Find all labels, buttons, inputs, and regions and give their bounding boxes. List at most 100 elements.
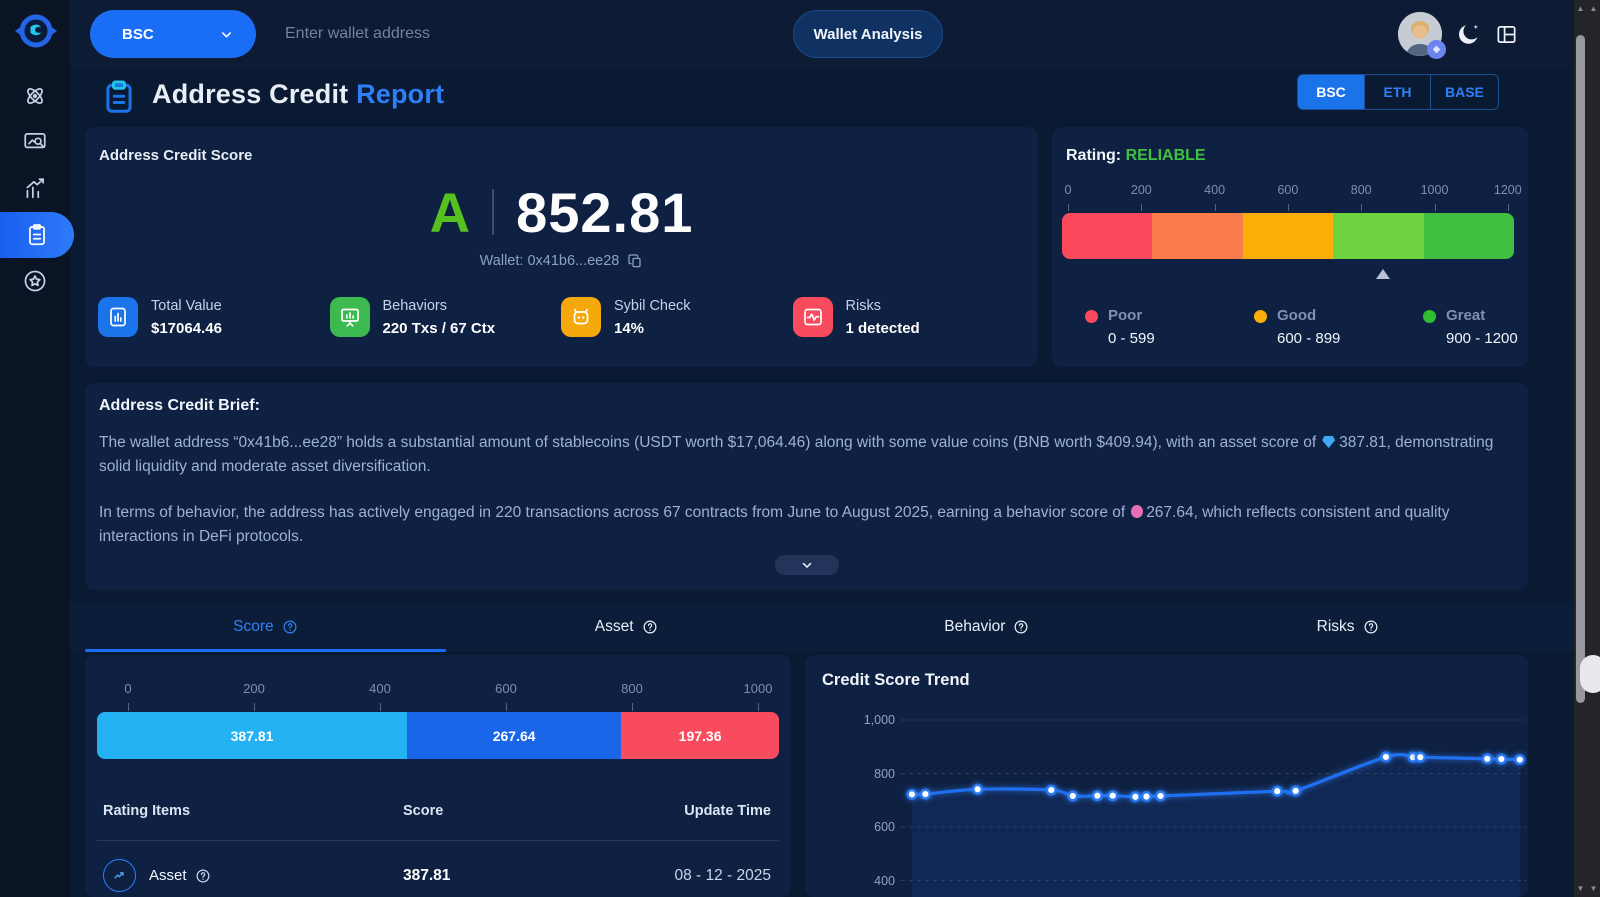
scroll-down-icon[interactable]: ▼ [1574, 884, 1587, 893]
apps-layout-button[interactable] [1492, 20, 1520, 48]
rating-label: Rating: [1066, 147, 1122, 164]
trend-data-point [1107, 790, 1119, 802]
score-bar-segment: 387.81 [97, 712, 408, 759]
table-row: Asset 387.81 08 - 12 - 2025 [85, 851, 791, 897]
credit-score-value: 852.81 [516, 180, 694, 244]
dark-mode-toggle[interactable] [1454, 20, 1482, 48]
main-content: Address Credit Report BSC ETH BASE Address… [70, 68, 1574, 897]
wallet-analysis-button[interactable]: Wallet Analysis [793, 10, 943, 58]
sidebar-item-screen-search[interactable] [0, 119, 70, 165]
network-dropdown[interactable]: BSC [90, 10, 256, 58]
trend-circle-icon [103, 859, 136, 892]
app-logo[interactable] [12, 9, 60, 57]
sidebar-item-report[interactable] [0, 212, 74, 258]
eth-badge-icon: ◆ [1427, 40, 1446, 59]
rating-segment [1152, 213, 1243, 259]
stat-value: 1 detected [845, 320, 920, 337]
brief-p1-text: The wallet address “0x41b6...ee28” holds… [99, 434, 1317, 451]
trend-data-point [1290, 785, 1302, 797]
report-icon [29, 224, 45, 246]
ruler-tick-label: 600 [495, 681, 517, 696]
legend-range: 0 - 599 [1108, 330, 1155, 347]
question-icon[interactable] [195, 868, 211, 884]
trend-data-point [1129, 791, 1141, 803]
page-title-main: Address Credit [152, 79, 349, 109]
tab-asset[interactable]: Asset [446, 602, 807, 652]
stat-text: Sybil Check 14% [614, 297, 691, 337]
atom-icon [27, 88, 43, 104]
trend-data-point [1091, 790, 1103, 802]
chevron-down-icon [802, 562, 811, 568]
page-scrollbar-thumb[interactable] [1580, 655, 1600, 693]
score-grade-row: A 852.81 [85, 179, 1038, 245]
score-ruler: 0 200 400 600 800 1000 [85, 681, 791, 713]
detail-tabs-strip: Score Asset Behavior Risks [70, 602, 1574, 652]
rating-tick-mark [1287, 204, 1289, 211]
sidebar-item-atom[interactable] [0, 73, 70, 119]
col-score: Score [403, 803, 444, 819]
robot-icon [573, 308, 589, 325]
scroll-down-icon[interactable]: ▼ [1587, 884, 1600, 893]
network-tab-base[interactable]: BASE [1430, 75, 1498, 109]
moon-icon [1458, 24, 1478, 44]
wallet-address-input[interactable] [285, 14, 765, 54]
grade-divider [492, 189, 495, 235]
address-credit-brief-panel: Address Credit Brief: The wallet address… [85, 383, 1528, 590]
score-bar-segment: 197.36 [621, 712, 779, 759]
rating-tick-mark [1141, 204, 1143, 211]
ruler-tick-label: 400 [369, 681, 391, 696]
credit-grade: A [429, 180, 471, 244]
tab-score[interactable]: Score [85, 602, 446, 652]
scroll-up-icon[interactable]: ▲ [1587, 4, 1600, 13]
scroll-up-icon[interactable]: ▲ [1574, 4, 1587, 13]
sidebar-item-chart-growth[interactable] [0, 165, 70, 211]
score-detail-panel: 0 200 400 600 800 1000 387.81 267.64 197.36 Rat… [85, 655, 791, 897]
user-avatar[interactable]: ◆ [1398, 12, 1446, 59]
inner-scrollbar-thumb[interactable] [1576, 35, 1585, 703]
screen-search-icon [24, 133, 46, 149]
brief-title: Address Credit Brief: [99, 397, 260, 414]
legend-great: Great 900 - 1200 [1423, 307, 1535, 347]
rating-segment [1423, 213, 1514, 259]
rating-legend: Poor 0 - 599 Good 600 - 899 Great 900 - 1200 [1085, 307, 1535, 347]
tab-risks[interactable]: Risks [1167, 602, 1528, 652]
inner-scrollbar-track[interactable]: ▲ ▼ [1574, 0, 1587, 897]
chart-board-icon [98, 297, 138, 337]
copy-icon[interactable] [627, 253, 643, 269]
trend-data-point [1514, 754, 1526, 766]
stat-sybil-check: Sybil Check 14% [561, 297, 793, 337]
row-item-label: Asset [149, 867, 187, 884]
sidebar-item-star-badge[interactable] [0, 258, 70, 304]
trend-data-point [1271, 785, 1283, 797]
score-stats-row: Total Value $17064.46 Behaviors 220 Txs / 6… [98, 297, 1024, 337]
stat-label: Risks [845, 298, 881, 314]
rating-tick-mark [1361, 204, 1363, 211]
legend-dot-icon [1423, 310, 1436, 323]
trend-area-fill [911, 754, 1520, 897]
ruler-tick-mark [128, 703, 129, 711]
trend-data-point [1481, 753, 1493, 765]
tab-label: Risks [1316, 618, 1355, 635]
legend-range: 900 - 1200 [1446, 330, 1518, 347]
ruler-tick-label: 1000 [743, 681, 773, 696]
trend-y-tick-label: 400 [874, 873, 895, 888]
col-rating-items: Rating Items [103, 803, 191, 819]
stat-label: Behaviors [382, 298, 447, 314]
ruler-tick-label: 200 [243, 681, 265, 696]
legend-name: Good [1277, 307, 1317, 324]
network-tab-eth[interactable]: ETH [1364, 75, 1430, 109]
page-title: Address Credit Report [152, 79, 444, 110]
chevron-down-icon [222, 31, 231, 37]
wallet-address-label: Wallet: 0x41b6...ee28 [479, 253, 620, 269]
rating-segment [1242, 213, 1334, 259]
stat-text: Behaviors 220 Txs / 67 Ctx [383, 297, 496, 337]
rating-marker-triangle [1376, 269, 1391, 279]
rating-title: Rating: RELIABLE [1066, 147, 1206, 165]
network-segmented-control: BSC ETH BASE [1297, 74, 1499, 110]
page-scrollbar-track[interactable]: ▲ ▼ [1580, 0, 1600, 897]
ruler-tick-mark [632, 703, 633, 711]
expand-brief-button[interactable] [774, 555, 839, 575]
tab-behavior[interactable]: Behavior [807, 602, 1168, 652]
network-tab-bsc[interactable]: BSC [1298, 75, 1364, 109]
stat-label: Total Value [151, 298, 222, 314]
